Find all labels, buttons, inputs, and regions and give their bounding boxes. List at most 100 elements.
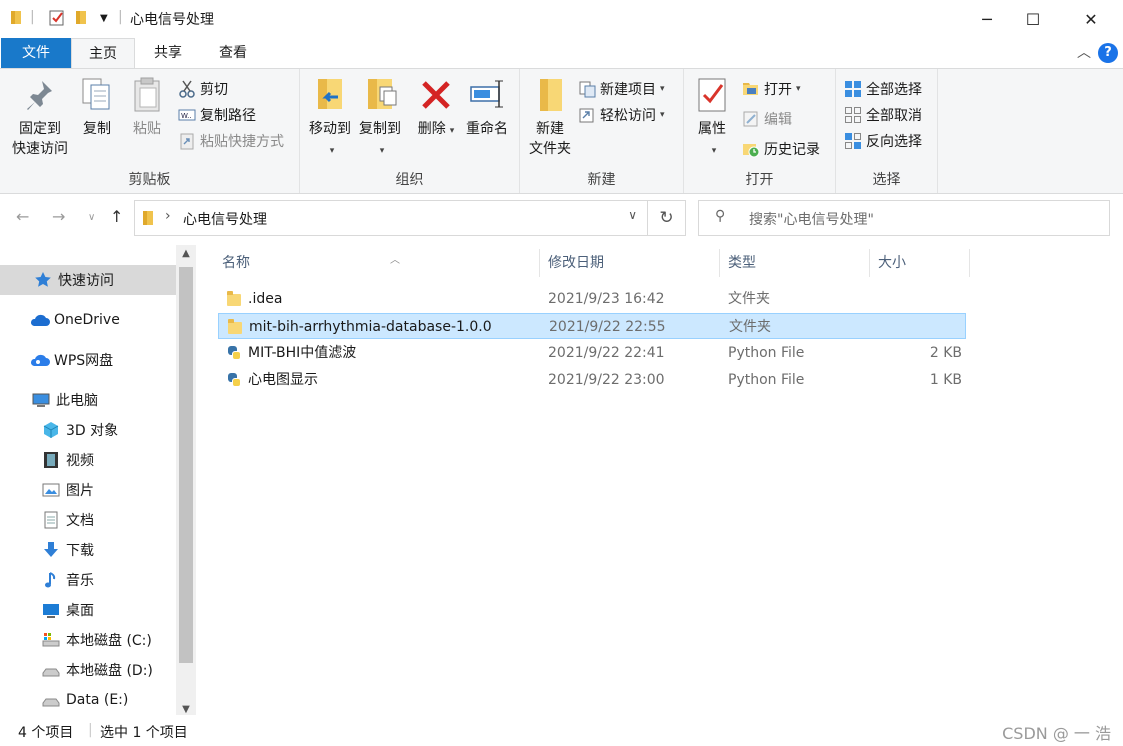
delete-button[interactable]: 删除 ▾ <box>416 75 456 141</box>
nav-item-pictures[interactable]: 图片 <box>0 475 176 505</box>
nav-item-downloads[interactable]: 下载 <box>0 535 176 565</box>
copy-path-button[interactable]: W.. 复制路径 <box>178 103 256 127</box>
tab-home[interactable]: 主页 <box>71 38 135 69</box>
new-item-button[interactable]: 新建项目 ▾ <box>578 77 665 101</box>
copy-path-icon: W.. <box>178 106 196 124</box>
history-label: 历史记录 <box>764 142 820 158</box>
maximize-button[interactable]: ☐ <box>1010 0 1056 38</box>
address-dropdown-chevron-icon[interactable]: ∨ <box>628 208 637 222</box>
nav-item-quick-access[interactable]: 快速访问 <box>0 265 176 295</box>
select-all-button[interactable]: 全部选择 <box>844 77 922 101</box>
navigation-bar: ← → ∨ ↑ › 心电信号处理 ∨ ↻ ⚲ 搜索"心电信号处理" <box>0 195 1123 241</box>
nav-item-label: 下载 <box>66 543 94 559</box>
new-item-label: 新建项目 <box>600 82 656 98</box>
new-folder-quick-icon[interactable] <box>75 9 91 25</box>
select-none-button[interactable]: 全部取消 <box>844 103 922 127</box>
cloud-icon <box>30 311 50 329</box>
minimize-button[interactable]: ─ <box>964 0 1010 38</box>
nav-item-documents[interactable]: 文档 <box>0 505 176 535</box>
scroll-up-icon[interactable]: ▲ <box>179 245 193 263</box>
paste-icon <box>129 75 165 115</box>
cut-label: 剪切 <box>200 82 228 98</box>
nav-item-videos[interactable]: 视频 <box>0 445 176 475</box>
nav-item-drive-c[interactable]: 本地磁盘 (C:) <box>0 625 176 655</box>
up-arrow-icon[interactable]: ↑ <box>110 207 123 226</box>
move-to-icon <box>312 75 348 115</box>
column-header-size[interactable]: 大小 <box>870 249 970 277</box>
open-dropdown-icon: ▾ <box>796 84 801 94</box>
open-button[interactable]: 打开 ▾ <box>742 77 801 101</box>
file-size: 1 KB <box>929 372 962 388</box>
breadcrumb-chevron-icon[interactable]: › <box>165 208 171 224</box>
copy-to-dropdown-icon: ▾ <box>379 146 385 156</box>
group-label-select: 选择 <box>872 172 901 188</box>
customize-quick-access-chevron-icon[interactable]: ▼ <box>100 13 108 24</box>
back-arrow-icon[interactable]: ← <box>16 207 29 226</box>
separator: | <box>30 9 35 25</box>
pin-to-quick-access-button[interactable]: 固定到 快速访问 <box>6 75 74 159</box>
nav-pane-scrollbar[interactable]: ▲ ▼ <box>176 245 196 719</box>
recent-locations-chevron-icon[interactable]: ∨ <box>88 212 95 223</box>
address-bar[interactable]: › 心电信号处理 ∨ <box>134 200 648 236</box>
separator: | <box>88 722 93 738</box>
delete-dropdown-icon: ▾ <box>449 126 455 136</box>
file-size: 2 KB <box>929 345 962 361</box>
nav-item-drive-d[interactable]: 本地磁盘 (D:) <box>0 655 176 685</box>
copy-to-label: 复制到 <box>359 121 401 137</box>
easy-access-icon <box>578 106 596 124</box>
easy-access-button[interactable]: 轻松访问 ▾ <box>578 103 665 127</box>
column-header-date[interactable]: 修改日期 <box>540 249 720 277</box>
close-button[interactable]: ✕ <box>1068 0 1114 38</box>
edit-button[interactable]: 编辑 <box>742 107 792 131</box>
file-type: 文件夹 <box>729 319 771 335</box>
column-header-name[interactable]: ︿ 名称 <box>214 249 540 277</box>
tab-file[interactable]: 文件 <box>1 38 71 68</box>
history-button[interactable]: 历史记录 <box>742 137 820 161</box>
nav-item-3d-objects[interactable]: 3D 对象 <box>0 415 176 445</box>
paste-shortcut-button[interactable]: 粘贴快捷方式 <box>178 129 284 153</box>
nav-item-drive-e[interactable]: Data (E:) <box>0 685 176 715</box>
nav-item-label: Data (E:) <box>66 692 129 708</box>
file-name: 心电图显示 <box>248 372 318 388</box>
breadcrumb-current[interactable]: 心电信号处理 <box>183 209 267 229</box>
properties-quick-icon[interactable] <box>48 9 66 27</box>
column-header-type[interactable]: 类型 <box>720 249 870 277</box>
tab-view[interactable]: 查看 <box>200 38 266 68</box>
nav-item-label: 图片 <box>66 483 94 499</box>
nav-item-label: 快速访问 <box>58 273 114 289</box>
nav-item-music[interactable]: 音乐 <box>0 565 176 595</box>
copy-to-button[interactable]: 复制到 ▾ <box>356 75 404 161</box>
svg-text:W..: W.. <box>181 112 192 120</box>
new-folder-button[interactable]: 新建 文件夹 <box>524 75 576 159</box>
paste-button[interactable]: 粘贴 <box>128 75 166 139</box>
scrollbar-thumb[interactable] <box>179 267 193 663</box>
copy-button[interactable]: 复制 <box>78 75 116 139</box>
easy-access-label: 轻松访问 <box>600 108 656 124</box>
refresh-button[interactable]: ↻ <box>648 200 686 236</box>
file-name: .idea <box>248 291 283 307</box>
nav-item-desktop[interactable]: 桌面 <box>0 595 176 625</box>
nav-item-this-pc[interactable]: 此电脑 <box>0 385 176 415</box>
nav-item-wps-drive[interactable]: WPS网盘 <box>0 345 176 375</box>
table-row[interactable]: mit-bih-arrhythmia-database-1.0.0 2021/9… <box>218 313 966 339</box>
nav-item-onedrive[interactable]: OneDrive <box>0 305 176 335</box>
invert-selection-button[interactable]: 反向选择 <box>844 129 922 153</box>
cube-icon <box>42 421 60 439</box>
maximize-icon: ☐ <box>1025 9 1041 29</box>
table-row[interactable]: MIT-BHI中值滤波 2021/9/22 22:41 Python File … <box>218 340 966 366</box>
properties-icon <box>694 75 730 115</box>
title-bar: | ▼ | 心电信号处理 ─ ☐ ✕ <box>0 0 1123 38</box>
table-row[interactable]: 心电图显示 2021/9/22 23:00 Python File 1 KB <box>218 367 966 393</box>
table-row[interactable]: .idea 2021/9/23 16:42 文件夹 <box>218 286 966 312</box>
cut-button[interactable]: 剪切 <box>178 77 228 101</box>
collapse-ribbon-chevron-icon[interactable]: ︿ <box>1077 42 1091 62</box>
group-open: 属性 ▾ 打开 ▾ 编辑 历史记录 打开 <box>684 69 836 193</box>
move-to-button[interactable]: 移动到 ▾ <box>306 75 354 161</box>
search-input[interactable]: ⚲ 搜索"心电信号处理" <box>698 200 1110 236</box>
properties-button[interactable]: 属性 ▾ <box>692 75 732 161</box>
rename-button[interactable]: 重命名 <box>462 75 512 139</box>
search-placeholder: 搜索"心电信号处理" <box>749 212 874 228</box>
forward-arrow-icon[interactable]: → <box>52 207 65 226</box>
help-icon[interactable]: ? <box>1098 43 1118 63</box>
tab-share[interactable]: 共享 <box>136 38 200 68</box>
